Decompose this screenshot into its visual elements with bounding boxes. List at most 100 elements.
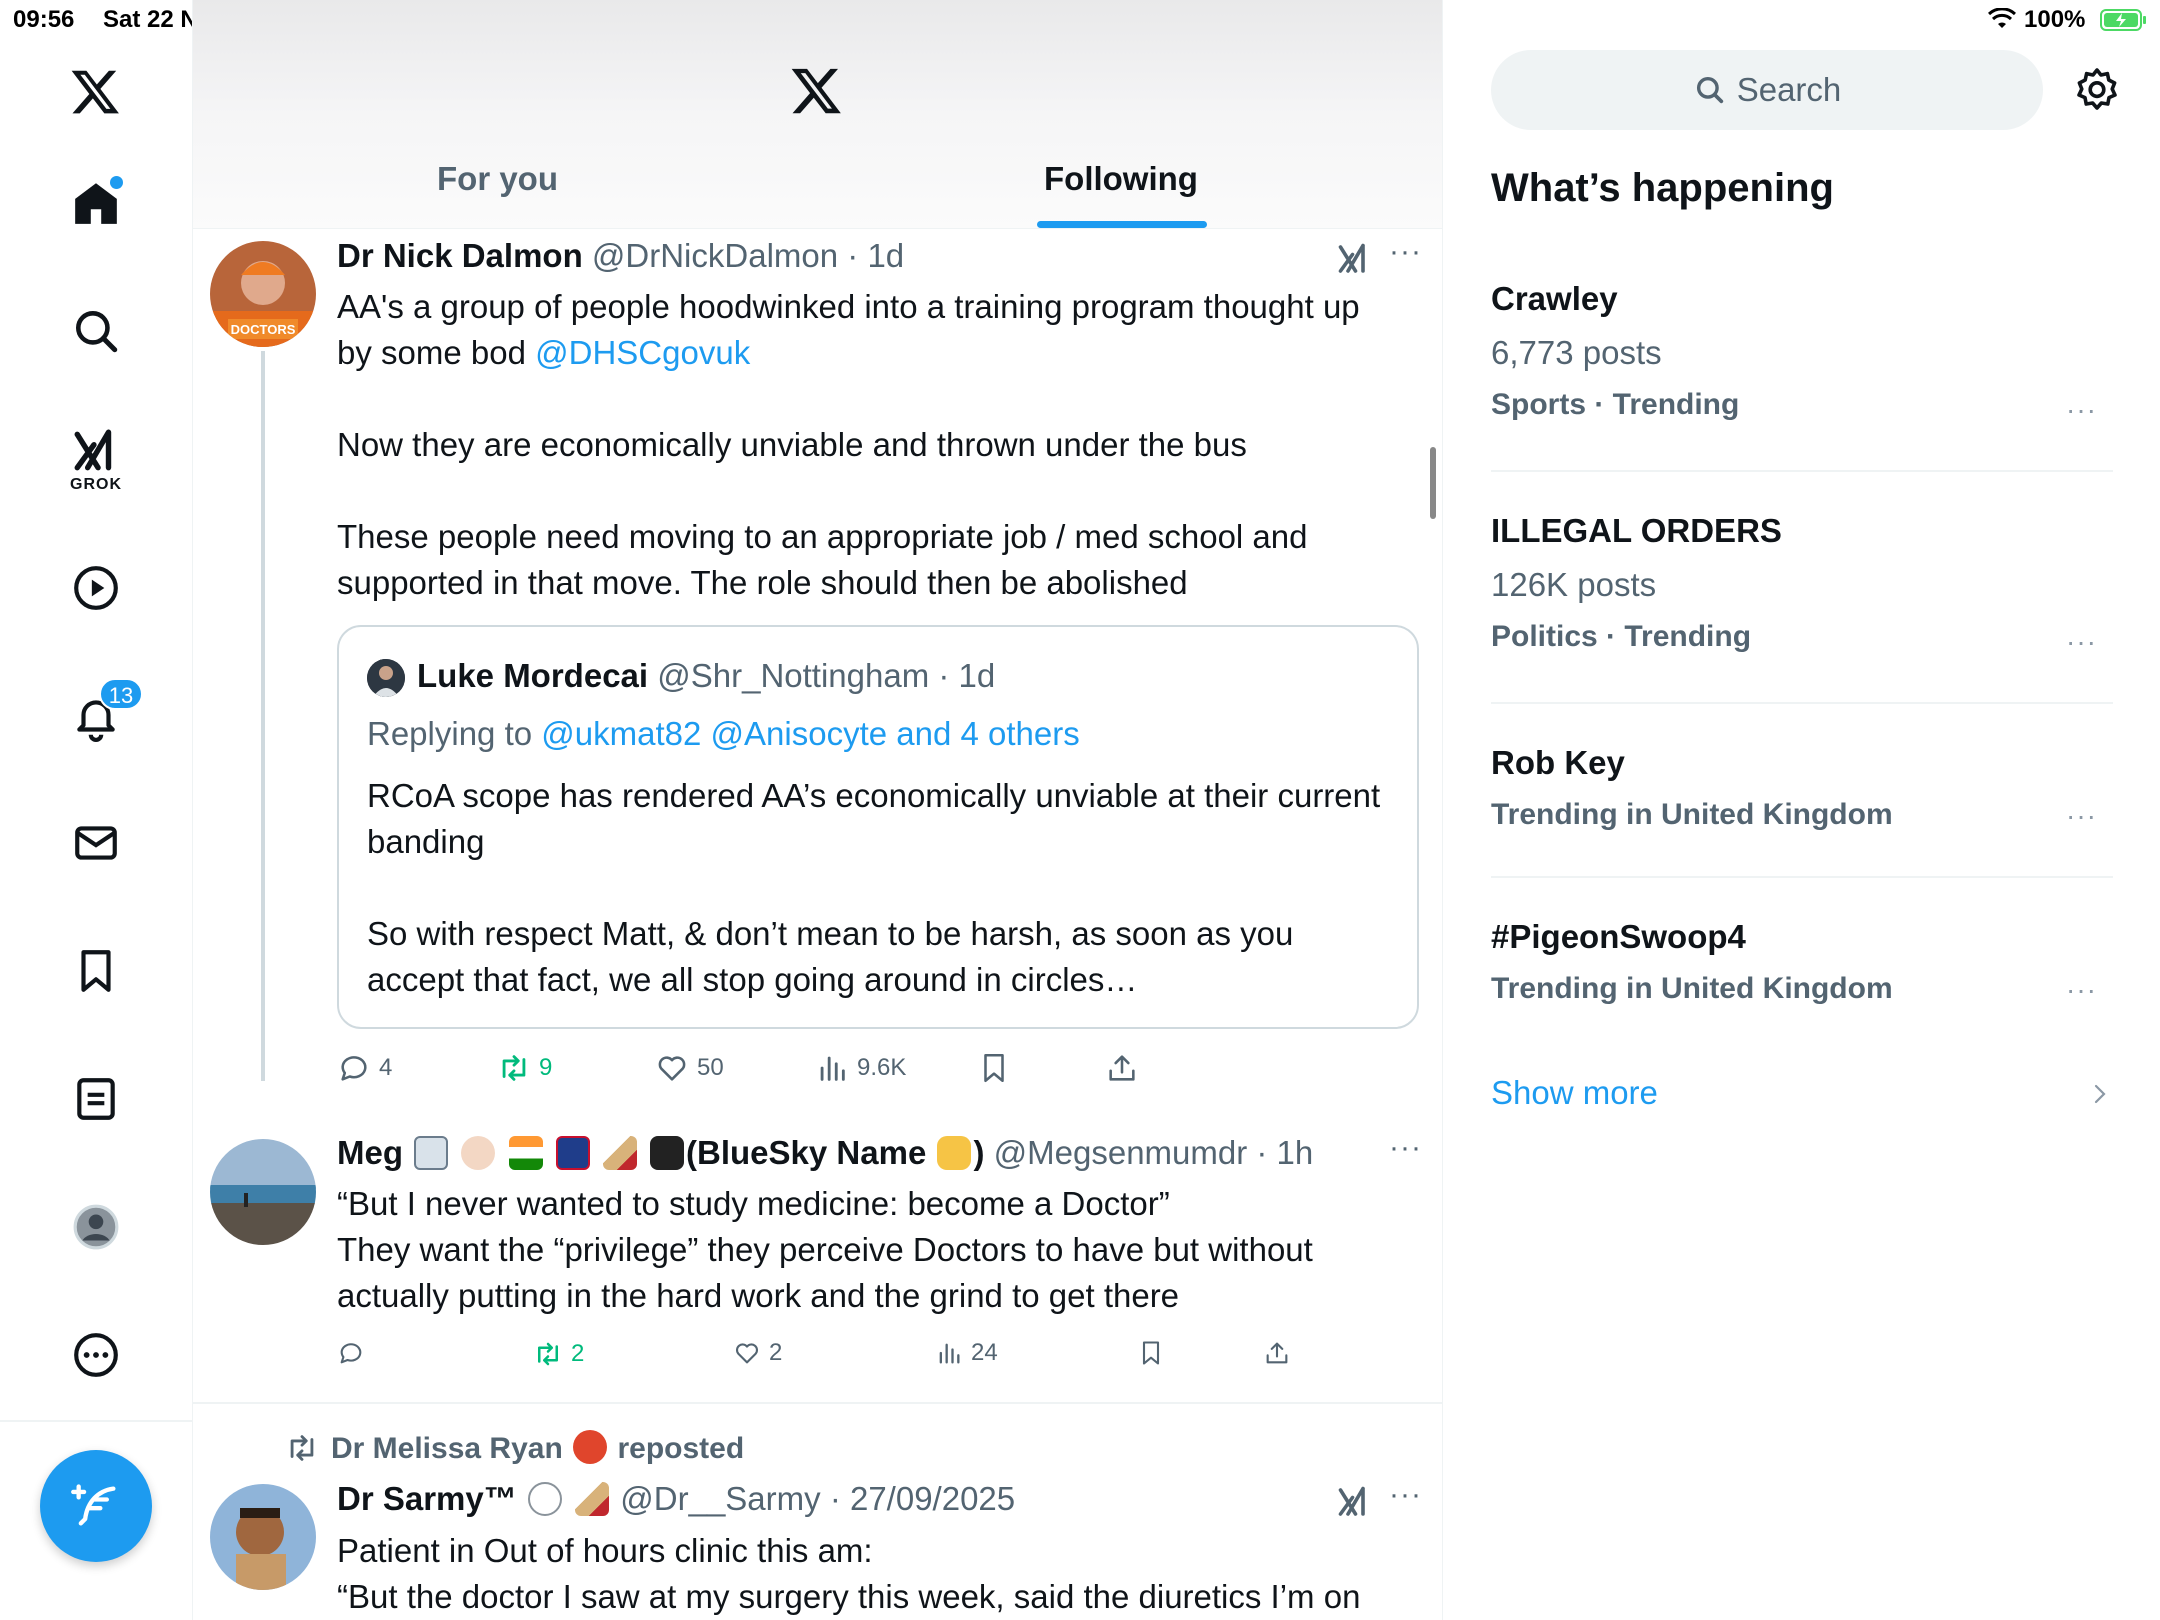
post-text-paragraph: These people need moving to an appropria… [337,518,1308,601]
reply-icon [341,1056,367,1081]
tab-for-you[interactable]: For you [437,160,558,198]
reply-button[interactable]: 4 [337,1051,392,1085]
author-name-close[interactable]: ) [973,1134,984,1171]
more-nav-item[interactable] [65,1324,127,1386]
repost-icon [290,1435,314,1461]
chevron-right-icon[interactable] [2089,1080,2111,1108]
repost-count: 9 [539,1054,553,1081]
view-count: 9.6K [857,1054,907,1081]
trend-meta: Trending in United Kingdom [1491,798,1893,831]
more-circle-icon [74,1333,118,1377]
trend-posts: 126K posts [1491,566,1657,603]
post-time[interactable]: · 1d [847,237,904,274]
notifications-nav-item[interactable]: 13 [65,678,143,748]
post[interactable]: Meg (BlueSky Name ) @Megsenmumdr · 1h ··… [193,1129,1442,1403]
tab-following[interactable]: Following [1044,160,1198,198]
more-options-icon[interactable]: ··· [1389,1478,1422,1512]
gear-icon[interactable] [2073,66,2121,114]
views-button[interactable]: 24 [935,1339,998,1367]
author-handle[interactable]: @DrNickDalmon [592,237,838,274]
views-button[interactable]: 9.6K [815,1051,906,1085]
show-more-link[interactable]: Show more [1491,1074,1658,1112]
bookmark-button[interactable] [1137,1339,1165,1367]
post-text-paragraph: Now they are economically unviable and t… [337,426,1247,463]
reply-button[interactable] [337,1339,373,1367]
views-icon [939,1343,960,1364]
replying-to-label: Replying to [367,715,533,752]
reply-count: 4 [379,1054,393,1081]
author-handle[interactable]: @Dr__Sarmy [620,1480,820,1517]
author-handle[interactable]: @Megsenmumdr [994,1134,1248,1171]
trend-item[interactable]: #PigeonSwoop4 Trending in United Kingdom… [1491,918,2113,1006]
views-icon [820,1056,845,1081]
messages-nav-item[interactable] [65,812,127,874]
post[interactable]: Dr Melissa Ryan reposted Dr Sarmy™ @Dr__… [193,1404,1442,1620]
quoted-text: RCoA scope has rendered AA’s economicall… [367,777,1381,860]
grok-nav-item[interactable]: GROK [65,420,127,493]
author-name-start[interactable]: Meg [337,1134,403,1171]
trend-item[interactable]: Rob Key Trending in United Kingdom ··· [1491,744,2113,832]
avatar[interactable]: DOCTORS [210,241,316,347]
search-box[interactable]: Search [1491,50,2043,130]
compose-post-button[interactable] [40,1450,152,1562]
trend-item[interactable]: ILLEGAL ORDERS 126K posts Politics · Tre… [1491,512,2113,657]
trend-more-icon[interactable]: ··· [2066,626,2097,658]
thread-line [261,351,265,1081]
bookmark-button[interactable] [977,1051,1011,1085]
quoted-post[interactable]: Luke Mordecai @Shr_Nottingham · 1d Reply… [337,625,1419,1029]
share-button[interactable] [1105,1051,1139,1085]
share-button[interactable] [1263,1339,1291,1367]
home-nav-item[interactable] [65,172,127,234]
more-options-icon[interactable]: ··· [1389,235,1422,269]
post[interactable]: DOCTORS Dr Nick Dalmon @DrNickDalmon · 1… [193,229,1442,1129]
bookmarks-nav-item[interactable] [65,940,127,1002]
avatar[interactable] [210,1139,316,1245]
notifications-badge: 13 [99,678,143,710]
grok-label: GROK [70,476,122,493]
more-options-icon[interactable]: ··· [1389,1131,1422,1165]
author-name-end[interactable]: (BlueSky Name [686,1134,926,1171]
post-time[interactable]: · 27/09/2025 [830,1480,1015,1517]
lists-nav-item[interactable] [65,1068,127,1130]
family-emoji-icon [414,1136,449,1170]
nav-divider [0,1420,193,1422]
like-button[interactable]: 50 [655,1051,724,1085]
video-nav-item[interactable] [65,557,127,619]
post-text-paragraph: “But I never wanted to study medicine: b… [337,1185,1170,1222]
profile-nav-item[interactable] [65,1196,127,1258]
trend-more-icon[interactable]: ··· [2066,394,2097,426]
post-header: Dr Nick Dalmon @DrNickDalmon · 1d [337,237,904,275]
bookmark-icon [81,950,111,992]
author-name[interactable]: Dr Nick Dalmon [337,237,583,274]
search-icon [1696,76,1723,104]
like-button[interactable]: 2 [733,1339,782,1367]
heart-icon [658,1056,686,1081]
reposted-label: reposted [617,1432,745,1465]
post-time[interactable]: · 1h [1256,1134,1313,1171]
home-unread-dot [110,176,123,189]
trend-meta: Sports · Trending [1491,388,1740,421]
search-input[interactable]: Search [1491,50,2043,130]
quoted-text: So with respect Matt, & don’t mean to be… [367,915,1294,998]
india-flag-icon [508,1136,543,1170]
grok-icon[interactable] [1336,241,1372,277]
x-logo-icon[interactable] [791,64,843,116]
repost-button[interactable]: 2 [533,1339,584,1369]
quoted-post-time: · 1d [938,657,996,694]
grok-icon[interactable] [1336,1484,1372,1520]
explore-nav-item[interactable] [65,300,127,362]
mention-link[interactable]: @DHSCgovuk [535,334,750,371]
author-name[interactable]: Dr Sarmy™ [337,1480,517,1517]
replying-to-links[interactable]: @ukmat82 @Anisocyte and 4 others [541,715,1079,752]
share-icon [1266,1342,1288,1364]
x-logo-icon[interactable] [65,60,127,122]
trend-more-icon[interactable]: ··· [2066,974,2097,1006]
reposted-by[interactable]: Dr Melissa Ryan reposted [285,1430,744,1466]
cricket-emoji-icon [602,1136,637,1170]
trend-more-icon[interactable]: ··· [2066,800,2097,832]
timeline: For you Following DOCTORS Dr Nick Dalmon… [193,0,1443,1620]
avatar[interactable] [210,1484,316,1590]
trend-divider [1491,470,2113,472]
trend-item[interactable]: Crawley 6,773 posts Sports · Trending ··… [1491,280,2113,425]
repost-button[interactable]: 9 [497,1051,552,1085]
